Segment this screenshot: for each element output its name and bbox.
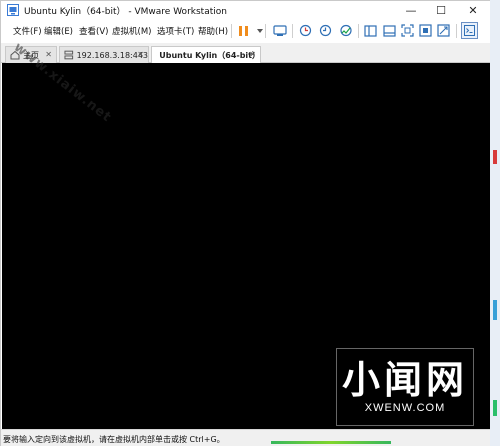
terminal-button[interactable] [461,22,478,39]
snapshot-manager-icon [339,24,352,37]
console-view-button[interactable] [381,22,398,39]
pause-button[interactable] [235,22,252,39]
status-message: 要将输入定向到该虚拟机，请在虚拟机内部单击或按 Ctrl+G。 [3,435,225,444]
fullscreen-icon [401,24,414,37]
menu-tabs[interactable]: 选项卡(T) [157,25,194,37]
toolbar-separator [231,24,232,38]
console-view-icon [383,24,396,37]
revert-snapshot-icon [319,24,332,37]
status-bar: 要将输入定向到该虚拟机，请在虚拟机内部单击或按 Ctrl+G。 [1,429,491,446]
site-logo-watermark: 小闻网 XWENW.COM [336,348,474,426]
toolbar-separator [358,24,359,38]
unity-button[interactable] [417,22,434,39]
snapshot-icon [299,24,312,37]
logo-sub-text: XWENW.COM [364,402,446,414]
tab-close-icon[interactable]: ✕ [249,50,256,59]
desktop-background-edge [490,0,500,446]
server-icon [64,50,74,60]
title-bar: Ubuntu Kylin（64-bit） - VMware Workstatio… [1,1,491,19]
send-ctrl-alt-del-button[interactable] [271,22,288,39]
logo-main-text: 小闻网 [341,358,468,402]
tab-close-icon[interactable]: ✕ [45,50,52,59]
pause-dropdown-icon[interactable] [257,29,263,33]
tab-label: Ubuntu Kylin（64-bit） [159,51,260,60]
toolbar-separator [456,24,457,38]
tab-close-icon[interactable]: ✕ [137,50,144,59]
menu-toolbar: 文件(F) 编辑(E) 查看(V) 虚拟机(M) 选项卡(T) 帮助(H) [1,19,491,43]
toolbar-separator [292,24,293,38]
terminal-icon [464,25,475,36]
send-keys-icon [272,24,287,36]
menu-edit[interactable]: 编辑(E) [44,25,73,37]
revert-snapshot-button[interactable] [317,22,334,39]
vmware-app-icon [7,4,19,16]
sidebar-icon [364,24,377,37]
minimize-button[interactable]: — [396,1,426,19]
close-icon: ✕ [468,3,478,17]
minimize-icon: — [405,3,417,17]
status-activity-bar [271,441,391,444]
maximize-icon: ☐ [436,3,446,17]
stretch-guest-button[interactable] [435,22,452,39]
fullscreen-button[interactable] [399,22,416,39]
sidebar-toggle-button[interactable] [362,22,379,39]
tab-bar: 主页 ✕ 192.168.3.18:443 ✕ Ubuntu Kylin（64-… [1,43,491,64]
maximize-button[interactable]: ☐ [426,1,456,19]
pause-icon [239,25,248,36]
stretch-icon [437,24,450,37]
close-button[interactable]: ✕ [458,1,488,19]
menu-view[interactable]: 查看(V) [79,25,108,37]
unity-icon [419,24,432,37]
tab-ubuntu-kylin[interactable]: Ubuntu Kylin（64-bit） ✕ [151,46,261,64]
menu-vm[interactable]: 虚拟机(M) [112,25,151,37]
menu-help[interactable]: 帮助(H) [198,25,228,37]
snapshot-button[interactable] [297,22,314,39]
window-title: Ubuntu Kylin（64-bit） - VMware Workstatio… [24,7,227,17]
toolbar-separator [265,24,266,38]
menu-file[interactable]: 文件(F) [13,25,42,37]
snapshot-manager-button[interactable] [337,22,354,39]
tab-server[interactable]: 192.168.3.18:443 ✕ [59,46,149,63]
